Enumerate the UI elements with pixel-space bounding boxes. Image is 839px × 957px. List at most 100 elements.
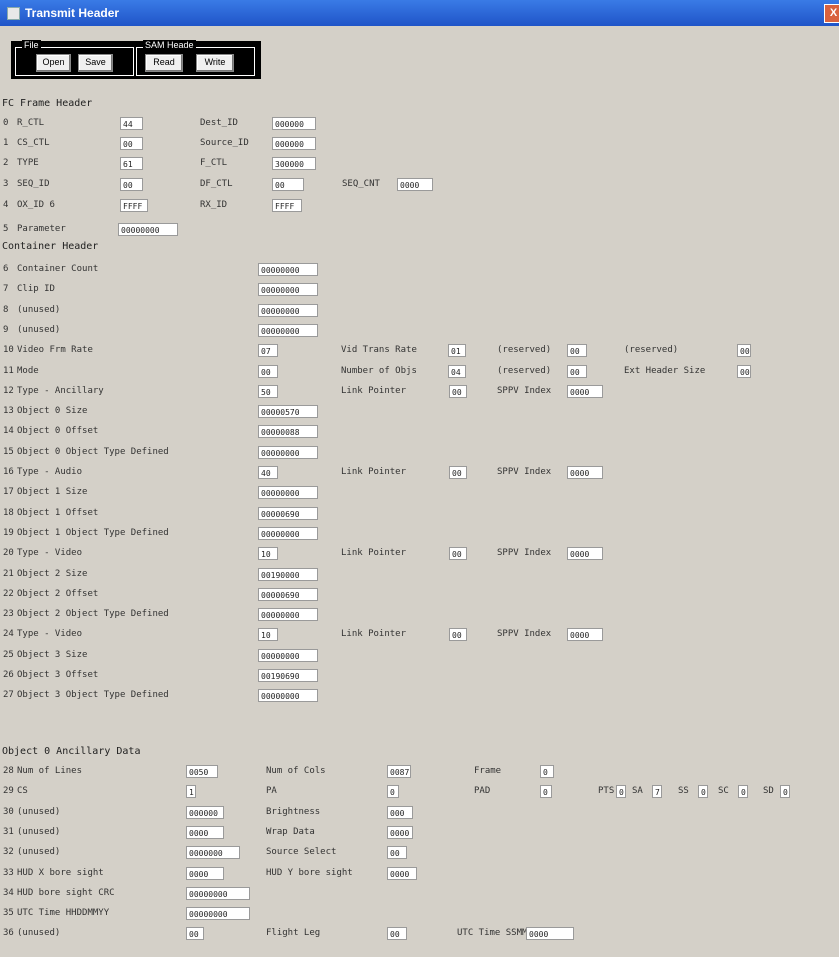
field-input[interactable]: 00 xyxy=(449,628,467,641)
close-button[interactable]: X xyxy=(824,4,839,23)
field-input[interactable]: 00000000 xyxy=(258,527,318,540)
field-label: HUD Y bore sight xyxy=(266,868,353,878)
field-label: Object 2 Size xyxy=(17,569,88,579)
field-label: Link Pointer xyxy=(341,467,407,477)
field-input[interactable]: 0 xyxy=(387,785,399,798)
field-input[interactable]: 00 xyxy=(449,466,467,479)
field-input[interactable]: 0000 xyxy=(567,385,603,398)
field-input[interactable]: 0000 xyxy=(567,466,603,479)
field-input[interactable]: 00 xyxy=(567,365,587,378)
field-label: HUD bore sight CRC xyxy=(17,888,115,898)
field-input[interactable]: 00000000 xyxy=(258,304,318,317)
field-input[interactable]: 61 xyxy=(120,157,143,170)
field-input[interactable]: 1 xyxy=(186,785,196,798)
field-input[interactable]: 00000000 xyxy=(258,689,318,702)
row-number: 10 xyxy=(3,345,14,355)
field-input[interactable]: 000 xyxy=(387,806,413,819)
field-label: Clip ID xyxy=(17,284,55,294)
field-input[interactable]: 00000000 xyxy=(186,907,250,920)
field-input[interactable]: 00000000 xyxy=(258,283,318,296)
field-input[interactable]: 00000000 xyxy=(258,649,318,662)
field-label: SC xyxy=(718,786,729,796)
field-input[interactable]: 0000 xyxy=(387,867,417,880)
field-input[interactable]: 00190690 xyxy=(258,669,318,682)
field-input[interactable]: 0 xyxy=(780,785,790,798)
field-input[interactable]: 0000 xyxy=(186,826,224,839)
field-input[interactable]: 00 xyxy=(567,344,587,357)
field-input[interactable]: 00000690 xyxy=(258,588,318,601)
field-input[interactable]: 00000000 xyxy=(258,263,318,276)
field-input[interactable]: 0 xyxy=(738,785,748,798)
field-input[interactable]: 40 xyxy=(258,466,278,479)
field-input[interactable]: 0087 xyxy=(387,765,411,778)
row-number: 29 xyxy=(3,786,14,796)
field-input[interactable]: 0000 xyxy=(387,826,413,839)
row-number: 1 xyxy=(3,138,9,148)
field-input[interactable]: 000000 xyxy=(272,117,316,130)
field-label: Object 1 Offset xyxy=(17,508,99,518)
field-label: Object 1 Object Type Defined xyxy=(17,528,169,538)
field-input[interactable]: 0000 xyxy=(186,867,224,880)
field-input[interactable]: 0000 xyxy=(397,178,433,191)
field-label: Object 0 Size xyxy=(17,406,88,416)
field-input[interactable]: 00 xyxy=(120,137,143,150)
field-input[interactable]: 50 xyxy=(258,385,278,398)
field-input[interactable]: 0 xyxy=(616,785,626,798)
field-input[interactable]: 0000 xyxy=(567,547,603,560)
save-button[interactable]: Save xyxy=(78,54,113,72)
field-label: TYPE xyxy=(17,158,39,168)
field-input[interactable]: 10 xyxy=(258,628,278,641)
field-input[interactable]: 00 xyxy=(449,547,467,560)
field-input[interactable]: 0050 xyxy=(186,765,218,778)
field-label: SS xyxy=(678,786,689,796)
row-number: 3 xyxy=(3,179,9,189)
field-input[interactable]: 01 xyxy=(448,344,466,357)
field-input[interactable]: 10 xyxy=(258,547,278,560)
field-input[interactable]: 00000000 xyxy=(186,887,250,900)
open-button[interactable]: Open xyxy=(36,54,71,72)
field-label: Object 3 Object Type Defined xyxy=(17,690,169,700)
field-input[interactable]: 00190000 xyxy=(258,568,318,581)
field-input[interactable]: 00000690 xyxy=(258,507,318,520)
field-input[interactable]: 00 xyxy=(737,365,751,378)
field-input[interactable]: 0 xyxy=(698,785,708,798)
row-number: 17 xyxy=(3,487,14,497)
row-number: 26 xyxy=(3,670,14,680)
field-input[interactable]: 00 xyxy=(258,365,278,378)
field-input[interactable]: 00000000 xyxy=(258,446,318,459)
field-input[interactable]: 00 xyxy=(186,927,204,940)
field-input[interactable]: 0 xyxy=(540,765,554,778)
field-input[interactable]: 0000 xyxy=(526,927,574,940)
field-input[interactable]: 00000000 xyxy=(258,486,318,499)
read-button[interactable]: Read xyxy=(145,54,183,72)
field-input[interactable]: FFFF xyxy=(120,199,148,212)
field-input[interactable]: 00000000 xyxy=(258,608,318,621)
field-input[interactable]: 0000000 xyxy=(186,846,240,859)
field-input[interactable]: 00 xyxy=(272,178,304,191)
field-input[interactable]: 00 xyxy=(387,927,407,940)
field-input[interactable]: 00 xyxy=(120,178,143,191)
field-input[interactable]: 00 xyxy=(387,846,407,859)
field-input[interactable]: 0 xyxy=(540,785,552,798)
field-input[interactable]: 00000000 xyxy=(258,324,318,337)
field-input[interactable]: 7 xyxy=(652,785,662,798)
field-input[interactable]: FFFF xyxy=(272,199,302,212)
field-input[interactable]: 00 xyxy=(737,344,751,357)
field-input[interactable]: 00000088 xyxy=(258,425,318,438)
sam-header-group: SAM Heade Read Write xyxy=(136,40,255,76)
field-input[interactable]: 00000000 xyxy=(118,223,178,236)
field-input[interactable]: 000000 xyxy=(186,806,224,819)
field-label: Num of Cols xyxy=(266,766,326,776)
field-input[interactable]: 000000 xyxy=(272,137,316,150)
write-button[interactable]: Write xyxy=(196,54,234,72)
field-label: (reserved) xyxy=(497,345,552,355)
field-input[interactable]: 07 xyxy=(258,344,278,357)
field-input[interactable]: 0000 xyxy=(567,628,603,641)
field-input[interactable]: 04 xyxy=(448,365,466,378)
field-label: Object 0 Offset xyxy=(17,426,99,436)
field-label: Vid Trans Rate xyxy=(341,345,417,355)
field-input[interactable]: 00000570 xyxy=(258,405,318,418)
field-input[interactable]: 00 xyxy=(449,385,467,398)
field-input[interactable]: 300000 xyxy=(272,157,316,170)
field-input[interactable]: 44 xyxy=(120,117,143,130)
